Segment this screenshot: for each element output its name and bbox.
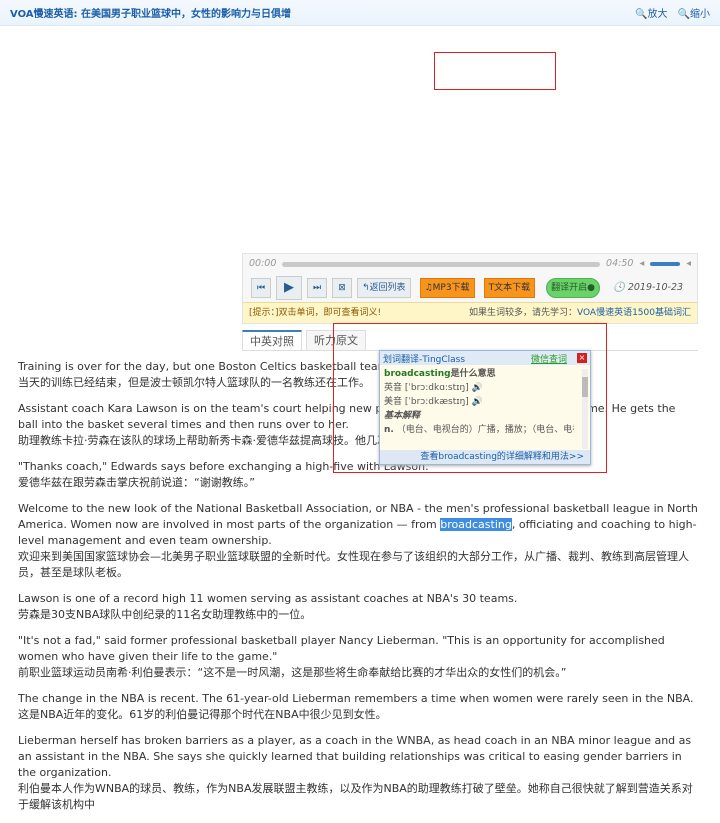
part-of-speech: n. — [384, 425, 394, 435]
paragraph-en: Welcome to the new look of the National … — [18, 501, 698, 549]
paragraph: The change in the NBA is recent. The 61-… — [18, 691, 698, 723]
loop-button[interactable]: ⊠ — [332, 278, 352, 298]
play-button[interactable]: ▶ — [276, 276, 302, 300]
vocab-link[interactable]: VOA慢速英语1500基础词汇 — [577, 308, 691, 318]
paragraph-zh: 爱德华兹在跟劳森击掌庆祝前说道：“谢谢教练。” — [18, 476, 255, 489]
zoom-in-button[interactable]: 🔍放大 — [635, 5, 667, 20]
date-text: 2019-10-23 — [627, 282, 684, 293]
selected-word[interactable]: broadcasting — [440, 518, 512, 531]
translation-popup: 划词翻译-TingClass 微信查词 × broadcasting是什么意思 … — [379, 350, 591, 465]
tab-bilingual[interactable]: 中英对照 — [242, 330, 302, 350]
back-label: 返回列表 — [369, 283, 406, 293]
popup-scrollbar[interactable] — [582, 369, 588, 449]
paragraph-en: Lawson is one of a record high 11 women … — [18, 592, 518, 605]
clock-icon: 🕓 — [612, 282, 625, 293]
paragraph: "It's not a fad," said former profession… — [18, 633, 698, 681]
us-label: 美音 — [384, 397, 403, 407]
page-title: VOA慢速英语: 在美国男子职业篮球中，女性的影响力与日俱增 — [10, 9, 292, 20]
text-download-button[interactable]: T 文本下载 — [483, 278, 536, 298]
translate-toggle[interactable]: 翻译开启 ● — [546, 278, 600, 298]
paragraph: Welcome to the new look of the National … — [18, 501, 698, 581]
zoom-in-label: 放大 — [647, 9, 668, 20]
volume-down-icon[interactable]: ◂ — [639, 256, 644, 272]
progress-bar[interactable] — [282, 261, 601, 267]
next-button[interactable]: ⏭ — [307, 278, 327, 298]
paragraph-en: The change in the NBA is recent. The 61-… — [18, 692, 694, 705]
popup-title: 划词翻译-TingClass — [383, 354, 466, 365]
mp3-download-button[interactable]: ♫ MP3下载 — [419, 278, 475, 298]
paragraph-en: "It's not a fad," said former profession… — [18, 634, 665, 663]
speaker-icon[interactable]: 🔊 — [472, 397, 483, 407]
highlight-box-downloads — [434, 52, 556, 90]
uk-label: 英音 — [384, 383, 403, 393]
header-bar: VOA慢速英语: 在美国男子职业篮球中，女性的影响力与日俱增 🔍放大 🔍缩小 — [0, 0, 720, 26]
headword: broadcasting — [384, 369, 451, 379]
current-time: 00:00 — [249, 258, 277, 269]
paragraph-zh: 欢迎来到美国国家篮球协会—北美男子职业篮球联盟的全新时代。女性现在参与了该组织的… — [18, 550, 689, 579]
paragraph-zh: 劳森是30支NBA球队中创纪录的11名女助理教练中的一位。 — [18, 608, 312, 621]
back-to-list-button[interactable]: ↰ 返回列表 — [357, 278, 411, 298]
date: 🕓 2019-10-23 — [613, 280, 683, 296]
duration: 04:50 — [606, 258, 634, 269]
previous-button[interactable]: ⏮ — [251, 278, 271, 298]
tip: [提示：]双击单词，即可查看词义! — [249, 308, 382, 318]
close-icon[interactable]: × — [577, 353, 587, 363]
text-label: 文本下载 — [494, 283, 531, 293]
paragraph-zh: 这是NBA近年的变化。61岁的利伯曼记得那个时代在NBA中很少见到女性。 — [18, 708, 387, 721]
zoom-out-label: 缩小 — [690, 9, 710, 20]
uk-phonetic: [ˈbrɔ:dkɑ:stɪŋ] — [404, 383, 469, 393]
wechat-lookup-link[interactable]: 微信查词 — [531, 352, 567, 365]
details-link[interactable]: 查看broadcasting的详细解释和用法>> — [380, 450, 590, 464]
paragraph-en: Lieberman herself has broken barriers as… — [18, 734, 692, 779]
paragraph-zh: 利伯曼本人作为WNBA的球员、教练，作为NBA发展联盟主教练，以及作为NBA的助… — [18, 782, 693, 811]
audio-player: 00:00 04:50 ◂ ◂ ⏮ ▶ ⏭ ⊠ ↰ 返回列表 ♫ MP3下载 T 文本… — [242, 253, 698, 324]
speaker-icon[interactable]: 🔊 — [472, 383, 483, 393]
definition: （电台、电视台的）广播，播放；（电台、电视 — [396, 425, 574, 435]
paragraph-zh: 前职业篮球运动员南希·利伯曼表示：“这不是一时风潮，这是那些将生命奉献给比赛的才… — [18, 666, 567, 679]
volume-up-icon[interactable]: ◂ — [686, 256, 691, 272]
mp3-label: MP3下载 — [432, 283, 470, 293]
paragraph: Lawson is one of a record high 11 women … — [18, 591, 698, 623]
translate-label: 翻译开启 — [551, 283, 588, 293]
basic-heading: 基本解释 — [384, 411, 421, 421]
volume-slider[interactable] — [650, 262, 681, 266]
us-phonetic: [ˈbrɔ:dkæstɪŋ] — [404, 397, 469, 407]
zoom-out-button[interactable]: 🔍缩小 — [678, 5, 710, 20]
tip-right: 如果生词较多，请先学习： — [468, 308, 577, 318]
headword-suffix: 是什么意思 — [450, 369, 496, 379]
paragraph: Lieberman herself has broken barriers as… — [18, 733, 698, 813]
